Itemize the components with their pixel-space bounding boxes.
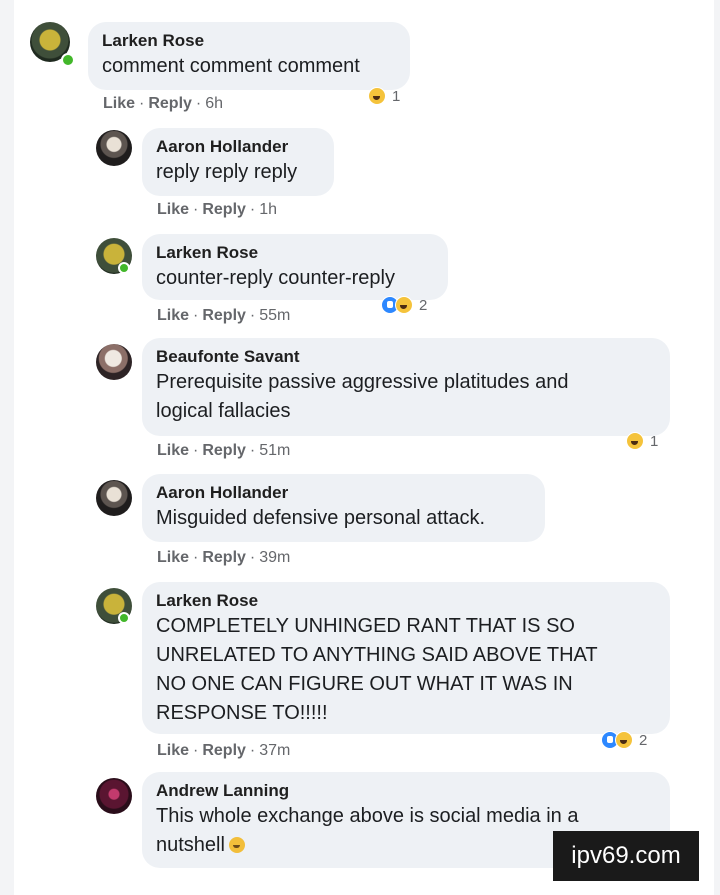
comment-author[interactable]: Larken Rose <box>102 30 396 52</box>
comment-text: reply reply reply <box>156 161 298 183</box>
like-link[interactable]: Like <box>157 549 189 566</box>
reaction-count: 1 <box>392 87 401 105</box>
like-link[interactable]: Like <box>157 742 189 759</box>
reaction-count: 2 <box>419 296 428 314</box>
comment-author[interactable]: Beaufonte Savant <box>156 346 656 368</box>
reply-link[interactable]: Reply <box>202 201 246 218</box>
reply-link[interactable]: Reply <box>202 442 246 459</box>
comment-bubble: Larken Rose counter-reply counter-reply <box>142 234 448 300</box>
separator: · <box>195 95 202 112</box>
reaction-count: 1 <box>650 432 659 450</box>
comment-author[interactable]: Larken Rose <box>156 242 434 264</box>
reaction-summary[interactable]: 1 <box>368 85 400 107</box>
reply-link[interactable]: Reply <box>148 95 192 112</box>
reply-link[interactable]: Reply <box>202 549 246 566</box>
comment-timestamp[interactable]: 39m <box>259 549 290 566</box>
haha-reaction-icon <box>626 432 644 450</box>
laughing-emoji-icon <box>228 837 245 853</box>
online-status-dot <box>61 53 75 67</box>
comment-actions: Like · Reply · 6h <box>103 95 223 113</box>
comment-text-fragment: nutshell <box>156 834 225 856</box>
comment-text: Misguided defensive personal attack. <box>156 507 486 529</box>
comment-text-line: logical fallacies <box>156 400 291 422</box>
comment-actions: Like · Reply · 39m <box>157 549 290 567</box>
separator: · <box>139 95 145 112</box>
comment-text-line: This whole exchange above is social medi… <box>156 805 579 827</box>
avatar-andrew-lanning[interactable] <box>96 778 132 814</box>
comment-bubble: Beaufonte Savant Prerequisite passive ag… <box>142 338 670 436</box>
like-link[interactable]: Like <box>157 307 189 324</box>
comment-author[interactable]: Aaron Hollander <box>156 136 320 158</box>
online-status-dot <box>118 262 130 274</box>
reaction-summary[interactable]: 1 <box>626 430 658 452</box>
watermark: ipv69.com <box>553 831 699 881</box>
like-link[interactable]: Like <box>157 442 189 459</box>
avatar-aaron-hollander[interactable] <box>96 130 132 166</box>
comment-actions: Like · Reply · 1h <box>157 201 277 219</box>
avatar-beaufonte-savant[interactable] <box>96 344 132 380</box>
separator: · <box>249 442 256 459</box>
comment-timestamp[interactable]: 37m <box>259 742 290 759</box>
separator: · <box>193 442 199 459</box>
comment-author[interactable]: Aaron Hollander <box>156 482 531 504</box>
separator: · <box>249 201 256 218</box>
haha-reaction-icon <box>395 296 413 314</box>
comment-text: counter-reply counter-reply <box>156 267 395 289</box>
comment-actions: Like · Reply · 51m <box>157 442 290 460</box>
separator: · <box>193 549 199 566</box>
comment-bubble: Larken Rose comment comment comment <box>88 22 410 90</box>
comment-author[interactable]: Andrew Lanning <box>156 780 656 802</box>
separator: · <box>193 201 199 218</box>
comment-text-line: NO ONE CAN FIGURE OUT WHAT IT WAS IN <box>156 673 573 695</box>
comment-text: comment comment comment <box>102 55 360 77</box>
comment-bubble: Aaron Hollander reply reply reply <box>142 128 334 196</box>
comment-timestamp[interactable]: 6h <box>205 95 223 112</box>
avatar-aaron-hollander[interactable] <box>96 480 132 516</box>
online-status-dot <box>118 612 130 624</box>
comment-text-line: RESPONSE TO!!!!! <box>156 702 328 724</box>
comment-text-line: UNRELATED TO ANYTHING SAID ABOVE THAT <box>156 644 598 666</box>
reply-link[interactable]: Reply <box>202 307 246 324</box>
comment-author[interactable]: Larken Rose <box>156 590 656 612</box>
comment-text-line: Prerequisite passive aggressive platitud… <box>156 371 569 393</box>
like-link[interactable]: Like <box>157 201 189 218</box>
comment-text-line: COMPLETELY UNHINGED RANT THAT IS SO <box>156 615 575 637</box>
comment-bubble: Larken Rose COMPLETELY UNHINGED RANT THA… <box>142 582 670 734</box>
haha-reaction-icon <box>368 87 386 105</box>
comment-timestamp[interactable]: 51m <box>259 442 290 459</box>
reaction-summary[interactable]: 2 <box>601 729 647 751</box>
haha-reaction-icon <box>615 731 633 749</box>
comment-bubble: Aaron Hollander Misguided defensive pers… <box>142 474 545 542</box>
comment-timestamp[interactable]: 1h <box>259 201 277 218</box>
separator: · <box>249 742 256 759</box>
separator: · <box>249 549 256 566</box>
reaction-summary[interactable]: 2 <box>381 294 427 316</box>
comment-actions: Like · Reply · 37m <box>157 742 290 760</box>
separator: · <box>193 742 199 759</box>
reaction-count: 2 <box>639 731 648 749</box>
like-link[interactable]: Like <box>103 95 135 112</box>
comment-actions: Like · Reply · 55m <box>157 307 290 325</box>
comment-timestamp[interactable]: 55m <box>259 307 290 324</box>
separator: · <box>249 307 256 324</box>
separator: · <box>193 307 199 324</box>
reply-link[interactable]: Reply <box>202 742 246 759</box>
